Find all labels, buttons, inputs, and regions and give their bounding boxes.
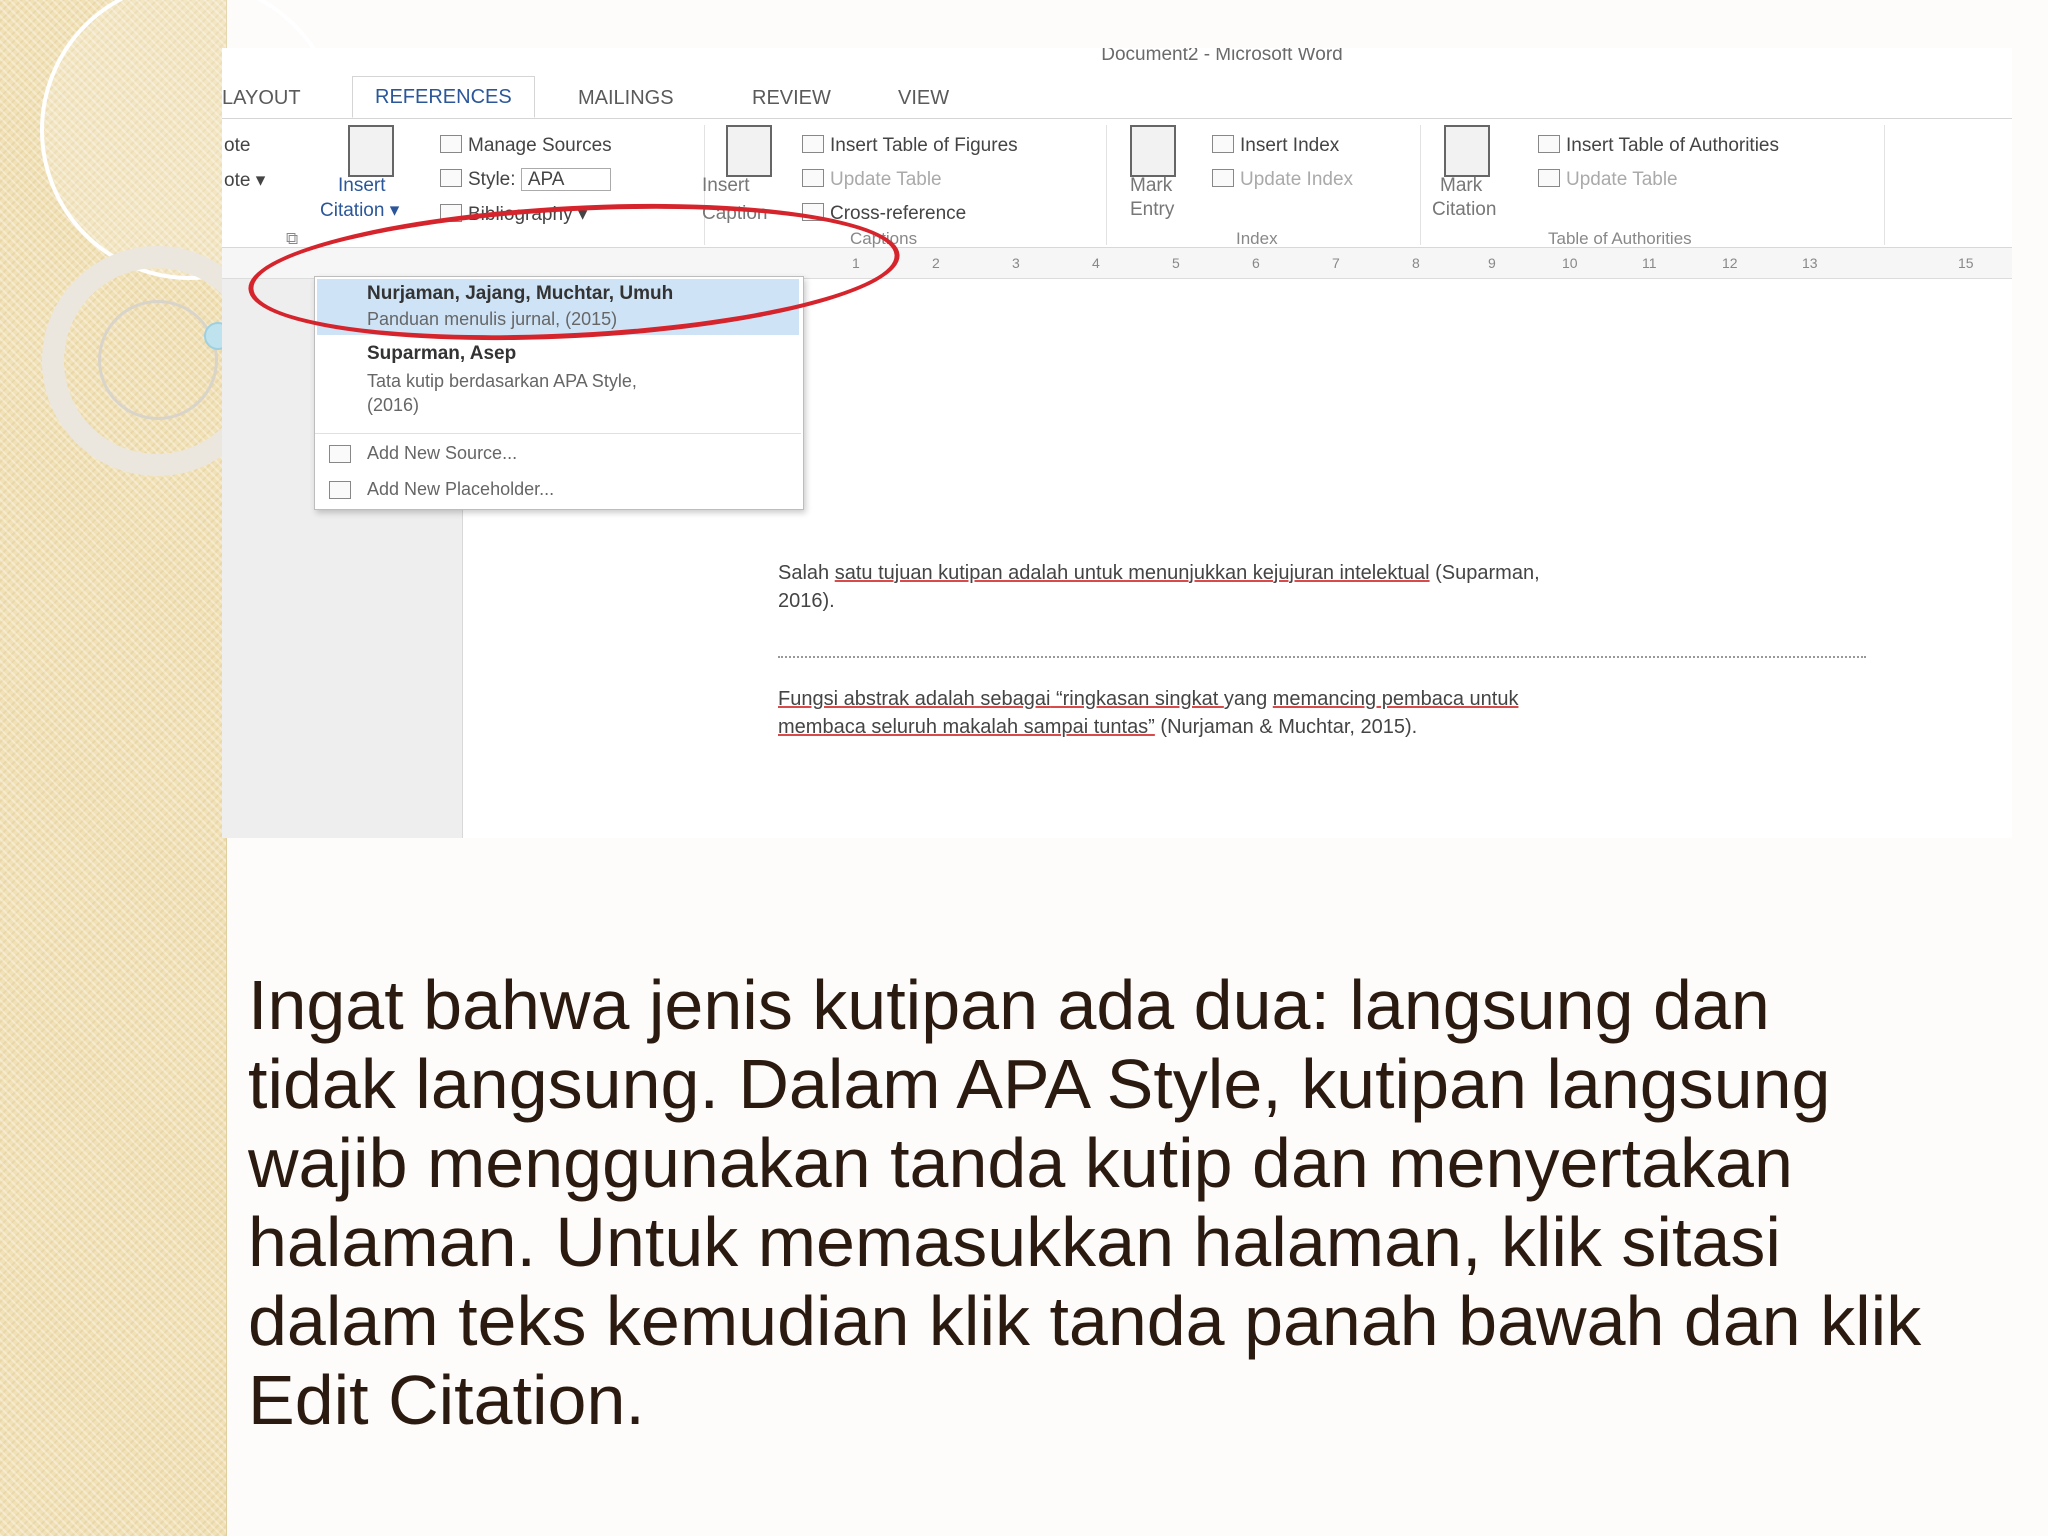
document-paragraph-2-line-2[interactable]: membaca seluruh makalah sampai tuntas” (… <box>778 716 1417 739</box>
tab-view[interactable]: VIEW <box>898 78 949 118</box>
tab-mailings[interactable]: MAILINGS <box>578 78 674 118</box>
ruler-tick: 5 <box>1172 255 1180 271</box>
mark-entry-icon[interactable] <box>1130 125 1176 177</box>
ruler-tick: 7 <box>1332 255 1340 271</box>
ruler-tick: 12 <box>1722 255 1738 271</box>
slide-text-line: dalam teks kemudian klik tanda panah baw… <box>248 1282 1922 1360</box>
ruler-tick: 4 <box>1092 255 1100 271</box>
insert-caption-icon[interactable] <box>726 125 772 177</box>
add-new-source-item[interactable]: Add New Source... <box>317 437 799 471</box>
update-authorities-table-button[interactable]: Update Table <box>1538 169 1678 191</box>
citation-source-detail: Tata kutip berdasarkan APA Style, <box>367 371 637 391</box>
update-table-icon <box>802 169 824 187</box>
ruler-tick: 8 <box>1412 255 1420 271</box>
add-new-placeholder-item[interactable]: Add New Placeholder... <box>317 473 799 507</box>
manage-sources-icon <box>440 135 462 153</box>
ruler-tick: 13 <box>1802 255 1818 271</box>
update-index-button[interactable]: Update Index <box>1212 169 1353 191</box>
group-separator <box>1884 125 1885 245</box>
word-screenshot: Document2 - Microsoft Word LAYOUT REFERE… <box>222 48 2012 838</box>
ruler-tick: 6 <box>1252 255 1260 271</box>
document-paragraph-1-line-2[interactable]: 2016). <box>778 590 835 613</box>
add-placeholder-icon <box>329 481 351 499</box>
mark-citation-icon[interactable] <box>1444 125 1490 177</box>
group-label-index: Index <box>1236 229 1278 248</box>
group-separator <box>1106 125 1107 245</box>
next-footnote-button-partial[interactable]: ote ▾ <box>224 169 265 192</box>
slide-text-line: Ingat bahwa jenis kutipan ada dua: langs… <box>248 966 1770 1044</box>
tab-layout[interactable]: LAYOUT <box>222 78 301 118</box>
dotted-divider <box>778 656 1866 658</box>
decorative-ring <box>98 300 218 420</box>
insert-table-of-authorities-button[interactable]: Insert Table of Authorities <box>1538 135 1779 157</box>
tab-review[interactable]: REVIEW <box>752 78 831 118</box>
dialog-launcher-icon[interactable]: ⧉ <box>286 229 298 249</box>
insert-caption-label-1[interactable]: Insert <box>702 175 750 197</box>
footnote-button-partial[interactable]: ote <box>224 135 250 157</box>
insert-index-icon <box>1212 135 1234 153</box>
citation-source-author: Suparman, Asep <box>367 343 517 364</box>
table-of-figures-icon <box>802 135 824 153</box>
mark-entry-label-1[interactable]: Mark <box>1130 175 1172 197</box>
update-index-icon <box>1212 169 1234 187</box>
citation-source-item[interactable]: Suparman, Asep Tata kutip berdasarkan AP… <box>317 337 799 429</box>
mark-citation-label-2[interactable]: Citation <box>1432 199 1496 221</box>
slide-text-line: Edit Citation. <box>248 1361 645 1439</box>
ribbon-tab-bar: LAYOUT REFERENCES MAILINGS REVIEW VIEW <box>222 74 2012 119</box>
insert-table-of-figures-button[interactable]: Insert Table of Figures <box>802 135 1018 157</box>
slide-body-text: Ingat bahwa jenis kutipan ada dua: langs… <box>248 966 2038 1440</box>
slide-text-line: wajib menggunakan tanda kutip dan menyer… <box>248 1124 1793 1202</box>
ruler-tick: 10 <box>1562 255 1578 271</box>
manage-sources-button[interactable]: Manage Sources <box>440 135 612 157</box>
insert-citation-label-1[interactable]: Insert <box>338 175 386 197</box>
slide-text-line: halaman. Untuk memasukkan halaman, klik … <box>248 1203 1781 1281</box>
tab-references[interactable]: REFERENCES <box>352 76 535 118</box>
ruler-tick: 11 <box>1642 255 1657 271</box>
citation-source-detail-2: (2016) <box>367 395 420 415</box>
ruler-tick: 9 <box>1488 255 1496 271</box>
table-of-authorities-icon <box>1538 135 1560 153</box>
insert-citation-label-2[interactable]: Citation ▾ <box>320 199 399 222</box>
slide-text-line: tidak langsung. Dalam APA Style, kutipan… <box>248 1045 1831 1123</box>
document-paragraph-1-line-1[interactable]: Salah satu tujuan kutipan adalah untuk m… <box>778 562 1540 585</box>
document-paragraph-2-line-1[interactable]: Fungsi abstrak adalah sebagai “ringkasan… <box>778 688 1518 711</box>
style-dropdown[interactable]: APA <box>520 168 612 191</box>
window-title: Document2 - Microsoft Word <box>1101 48 1343 65</box>
mark-entry-label-2[interactable]: Entry <box>1130 199 1174 221</box>
menu-divider <box>315 433 801 434</box>
ruler-tick: 2 <box>932 255 940 271</box>
mark-citation-label-1[interactable]: Mark <box>1440 175 1482 197</box>
group-separator <box>1420 125 1421 245</box>
style-icon <box>440 169 462 187</box>
insert-index-button[interactable]: Insert Index <box>1212 135 1339 157</box>
insert-citation-icon[interactable] <box>348 125 394 177</box>
add-source-icon <box>329 445 351 463</box>
ruler-tick: 3 <box>1012 255 1020 271</box>
group-label-table-of-authorities: Table of Authorities <box>1548 229 1692 248</box>
style-selector[interactable]: Style: APA <box>440 168 612 191</box>
update-table-icon <box>1538 169 1560 187</box>
ruler-tick: 15 <box>1958 255 1974 271</box>
update-table-button[interactable]: Update Table <box>802 169 942 191</box>
